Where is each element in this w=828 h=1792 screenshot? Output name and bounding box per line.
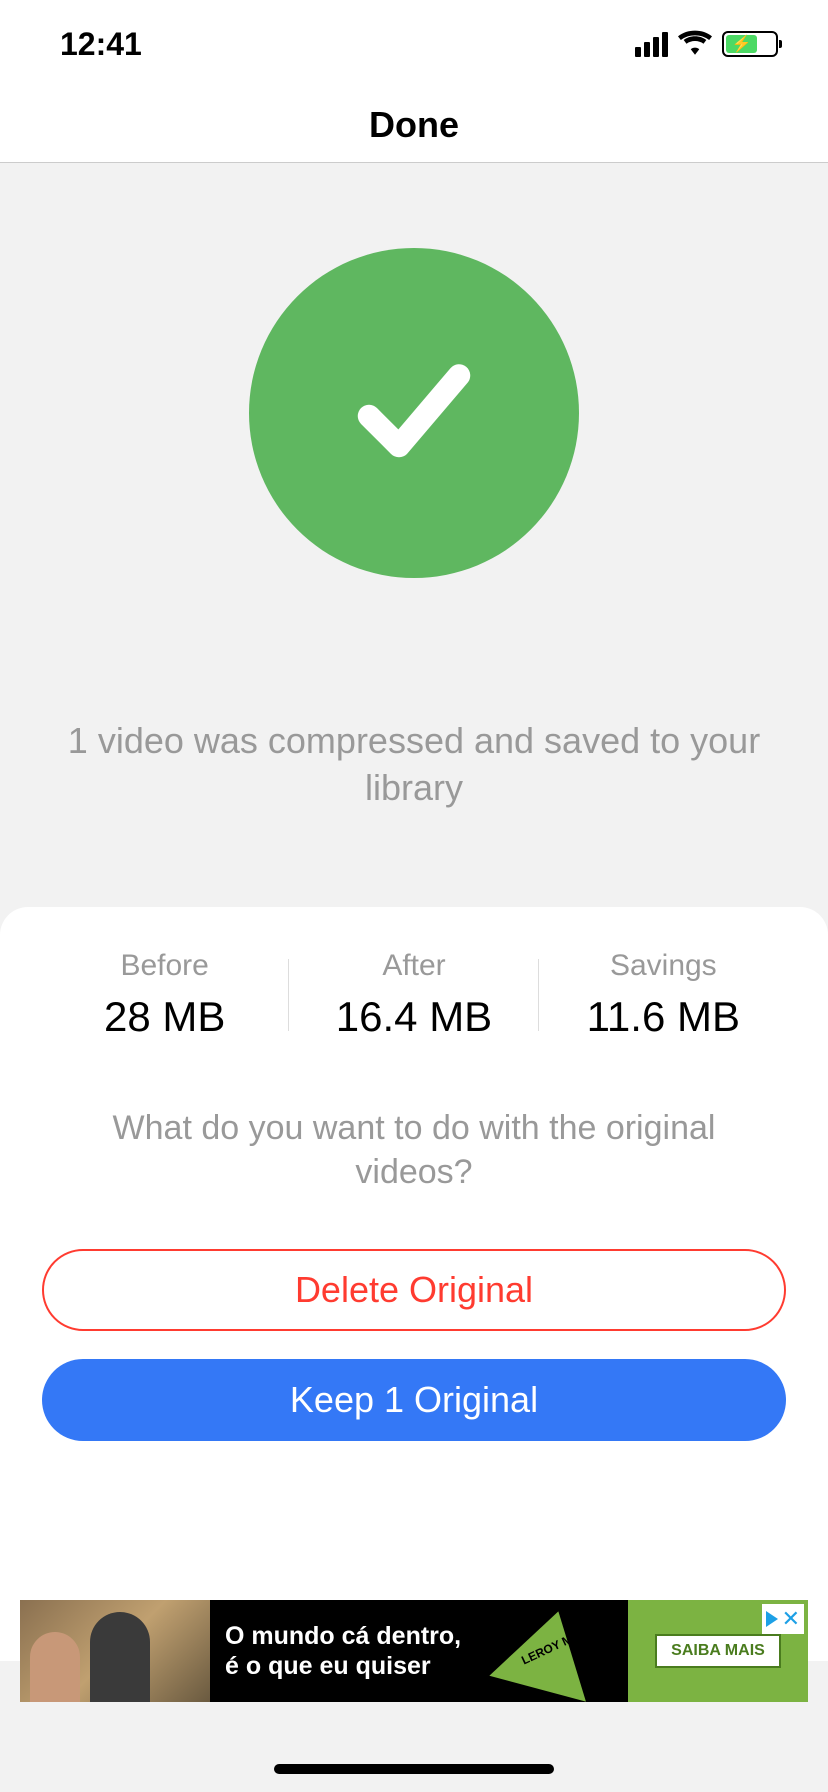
stat-before: Before 28 MB [40,949,289,1041]
ad-cta-button[interactable]: SAIBA MAIS [655,1634,781,1668]
cellular-signal-icon [635,32,668,57]
stat-after-value: 16.4 MB [289,993,538,1041]
ad-text-area: O mundo cá dentro, é o que eu quiser [210,1600,528,1702]
status-time: 12:41 [60,26,142,63]
stat-before-value: 28 MB [40,993,289,1041]
content-area: 1 video was compressed and saved to your… [0,163,828,1661]
ad-info-icon [766,1611,778,1627]
home-indicator[interactable] [274,1764,554,1774]
checkmark-icon [339,338,489,488]
nav-bar: Done [0,88,828,163]
ad-text: O mundo cá dentro, é o que eu quiser [225,1621,461,1681]
keep-original-button[interactable]: Keep 1 Original [42,1359,786,1441]
stat-savings: Savings 11.6 MB [539,949,788,1041]
battery-icon: ⚡ [722,31,778,57]
stats-row: Before 28 MB After 16.4 MB Savings 11.6 … [0,949,828,1041]
status-bar: 12:41 ⚡ [0,0,828,88]
ad-banner[interactable]: O mundo cá dentro, é o que eu quiser LER… [20,1600,808,1702]
charging-bolt-icon: ⚡ [732,34,752,54]
question-prompt: What do you want to do with the original… [0,1106,828,1194]
status-icons: ⚡ [635,29,778,60]
stat-after: After 16.4 MB [289,949,538,1041]
delete-original-button[interactable]: Delete Original [42,1249,786,1331]
stat-savings-label: Savings [539,949,788,983]
success-circle [249,248,579,578]
stat-after-label: After [289,949,538,983]
results-card: Before 28 MB After 16.4 MB Savings 11.6 … [0,907,828,1461]
close-icon: ✕ [782,1606,800,1632]
ad-close[interactable]: ✕ [762,1604,804,1634]
ad-cta-area: SAIBA MAIS ✕ [628,1600,808,1702]
ad-image [20,1600,210,1702]
stat-before-label: Before [40,949,289,983]
stat-savings-value: 11.6 MB [539,993,788,1041]
wifi-icon [678,29,712,60]
page-title: Done [369,104,459,146]
success-message: 1 video was compressed and saved to your… [0,718,828,812]
button-group: Delete Original Keep 1 Original [0,1194,828,1441]
ad-logo-area: LEROY MERLIN [528,1600,628,1702]
